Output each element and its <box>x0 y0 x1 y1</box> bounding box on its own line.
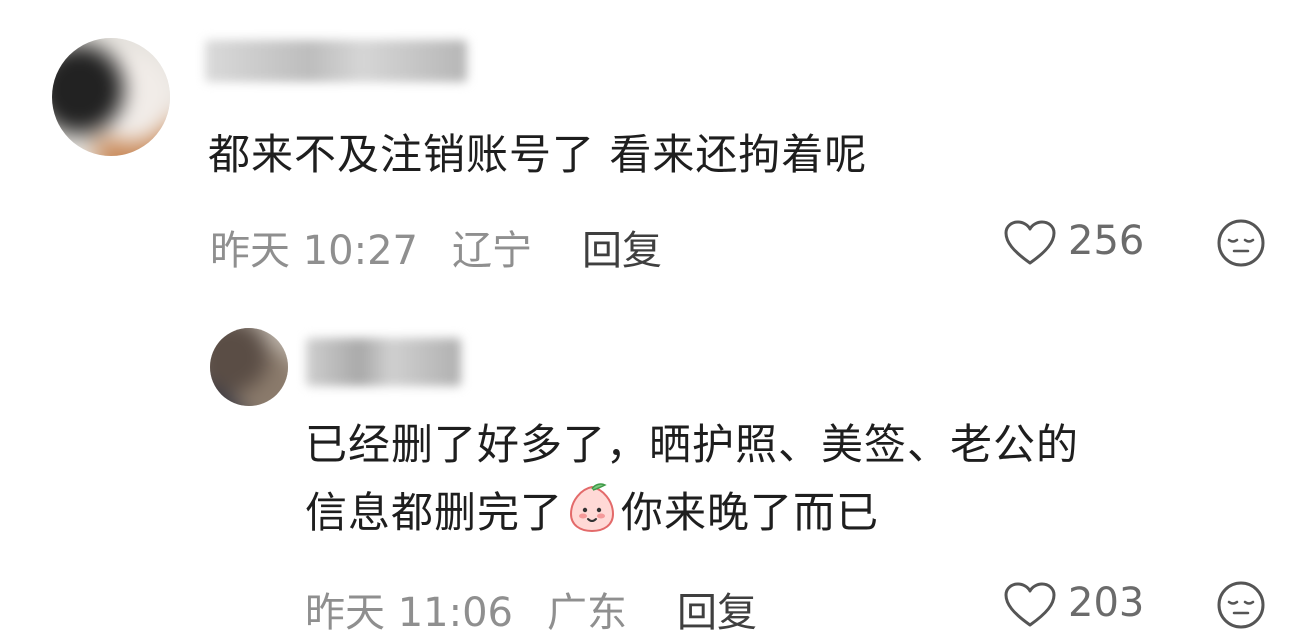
neutral-face-icon[interactable] <box>1216 218 1266 268</box>
comment-text-part-b: 你来晚了而已 <box>621 488 880 537</box>
user-avatar[interactable] <box>210 328 288 406</box>
comment-text-line-2: 信息都删完了 你来晚了而已 <box>305 480 879 546</box>
like-count: 256 <box>1068 218 1145 264</box>
comment-location: 广东 <box>547 590 627 636</box>
comment-timestamp: 昨天 10:27 <box>210 228 418 274</box>
comment-1: 都来不及注销账号了 看来还拘着呢 昨天 10:27 辽宁 回复 256 <box>0 0 1310 300</box>
comment-2: 已经删了好多了，晒护照、美签、老公的 信息都删完了 你来晚了而已 昨天 11:0… <box>0 300 1310 640</box>
username-blurred[interactable] <box>306 338 461 386</box>
smiling-peach-emoji <box>570 483 615 533</box>
neutral-face-icon[interactable] <box>1216 580 1266 630</box>
comment-timestamp: 昨天 11:06 <box>305 590 513 636</box>
like-count: 203 <box>1068 580 1145 626</box>
comment-text-line-1: 已经删了好多了，晒护照、美签、老公的 <box>305 420 1080 469</box>
reply-button[interactable]: 回复 <box>677 580 757 638</box>
reply-button[interactable]: 回复 <box>582 218 662 276</box>
heart-outline-icon[interactable] <box>1003 582 1057 628</box>
username-blurred[interactable] <box>205 40 467 82</box>
comment-text: 都来不及注销账号了 看来还拘着呢 <box>208 130 868 179</box>
heart-outline-icon[interactable] <box>1003 220 1057 266</box>
comment-location: 辽宁 <box>452 228 532 274</box>
comment-text-part-a: 信息都删完了 <box>305 488 564 537</box>
user-avatar[interactable] <box>52 38 170 156</box>
